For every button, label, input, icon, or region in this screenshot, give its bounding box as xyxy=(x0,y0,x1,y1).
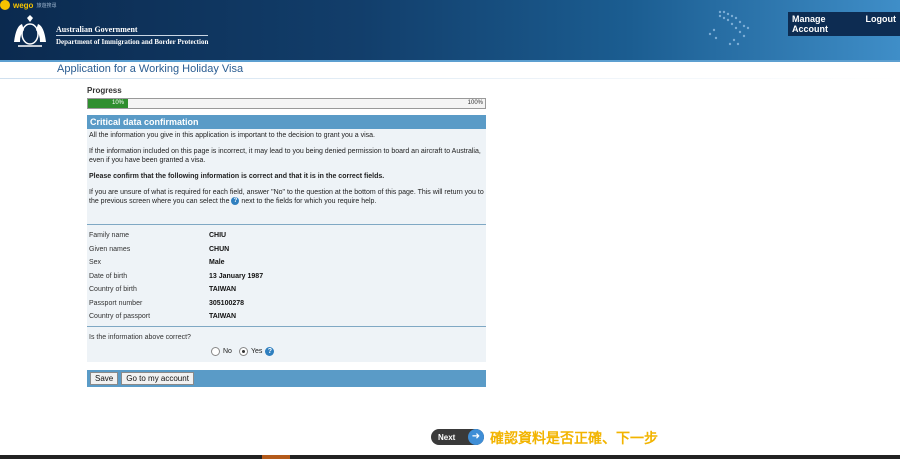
panel-title: Critical data confirmation xyxy=(87,115,486,129)
field-value: TAIWAN xyxy=(209,313,237,321)
field-label: Sex xyxy=(89,259,102,267)
no-radio[interactable] xyxy=(211,346,220,356)
field-row: Sex Male xyxy=(89,256,484,270)
page-title: Application for a Working Holiday Visa xyxy=(57,63,244,75)
confirm-answers: No Yes ? xyxy=(87,341,486,362)
progress-label: Progress xyxy=(87,86,122,95)
field-label: Country of birth xyxy=(89,286,137,294)
annotation-text: 確認資料是否正確、下一步 xyxy=(490,431,658,447)
field-row: Country of birth TAIWAN xyxy=(89,283,484,297)
panel-body: All the information you give in this app… xyxy=(87,129,486,206)
field-row: Given names CHUN xyxy=(89,243,484,257)
field-value: CHIU xyxy=(209,232,227,240)
help-icon[interactable]: ? xyxy=(265,346,275,356)
gov-divider xyxy=(56,35,208,36)
progress-end-label: 100% xyxy=(467,100,483,106)
go-to-account-button[interactable]: Go to my account xyxy=(121,371,194,385)
help-paragraph: If you are unsure of what is required fo… xyxy=(89,188,484,206)
warning-paragraph: If the information included on this page… xyxy=(89,148,481,164)
field-label: Family name xyxy=(89,232,130,240)
title-divider xyxy=(0,78,900,79)
field-value: Male xyxy=(209,259,225,267)
no-label: No xyxy=(223,347,232,355)
field-row: Passport number 305100278 xyxy=(89,297,484,311)
field-label: Country of passport xyxy=(89,313,151,321)
progress-bar: 10% 100% xyxy=(87,98,486,109)
gov-line1: Australian Government xyxy=(56,25,138,34)
field-value: 13 January 1987 xyxy=(209,272,264,280)
wego-logo: wego 旅遊搜尋 xyxy=(0,0,56,10)
manage-account-link[interactable]: Manage Account xyxy=(788,12,862,36)
field-row: Family name CHIU xyxy=(89,229,484,243)
critical-data-panel: Critical data confirmation All the infor… xyxy=(87,115,486,362)
confirm-instruction: Please confirm that the following inform… xyxy=(89,173,385,180)
next-label: Next xyxy=(438,432,456,442)
wego-logo-text: wego xyxy=(13,0,34,10)
wego-subtitle: 旅遊搜尋 xyxy=(36,2,57,9)
field-label: Date of birth xyxy=(89,272,128,280)
main-content: Progress 10% 100% Critical data confirma… xyxy=(87,86,486,387)
save-button[interactable]: Save xyxy=(90,371,119,385)
logout-link[interactable]: Logout xyxy=(862,12,900,36)
field-value: CHUN xyxy=(209,245,230,253)
field-row: Date of birth 13 January 1987 xyxy=(89,270,484,284)
field-label: Given names xyxy=(89,245,131,253)
confirm-question: Is the information above correct? xyxy=(89,333,191,341)
help-paragraph-part2: next to the fields for which you require… xyxy=(241,198,377,205)
field-value: TAIWAN xyxy=(209,286,237,294)
field-value: 305100278 xyxy=(209,299,245,307)
site-header: wego 旅遊搜尋 Australian Government Departme… xyxy=(0,0,900,60)
wego-dot-icon xyxy=(0,0,10,10)
form-actions: Save Go to my account xyxy=(87,369,486,387)
account-actions: Manage Account Logout xyxy=(788,12,900,36)
coat-of-arms-icon xyxy=(14,15,46,47)
applicant-details: Family name CHIU Given names CHUN Sex Male Dat… xyxy=(87,225,486,326)
arrow-right-icon: ➜ xyxy=(468,429,484,445)
intro-paragraph: All the information you give in this app… xyxy=(89,132,375,139)
help-icon: ? xyxy=(231,197,240,206)
yes-radio[interactable] xyxy=(238,346,248,356)
yes-label: Yes xyxy=(250,347,263,355)
bottom-bar xyxy=(0,455,900,459)
header-stripe xyxy=(0,60,900,62)
field-label: Passport number xyxy=(89,299,143,307)
gov-name: Australian Government xyxy=(56,24,138,35)
department-name: Department of Immigration and Border Pro… xyxy=(56,38,209,46)
field-row: Country of passport TAIWAN xyxy=(89,310,484,324)
bottom-accent xyxy=(262,455,290,459)
next-button[interactable]: Next ➜ xyxy=(431,429,484,445)
progress-current-label: 10% xyxy=(112,100,125,106)
